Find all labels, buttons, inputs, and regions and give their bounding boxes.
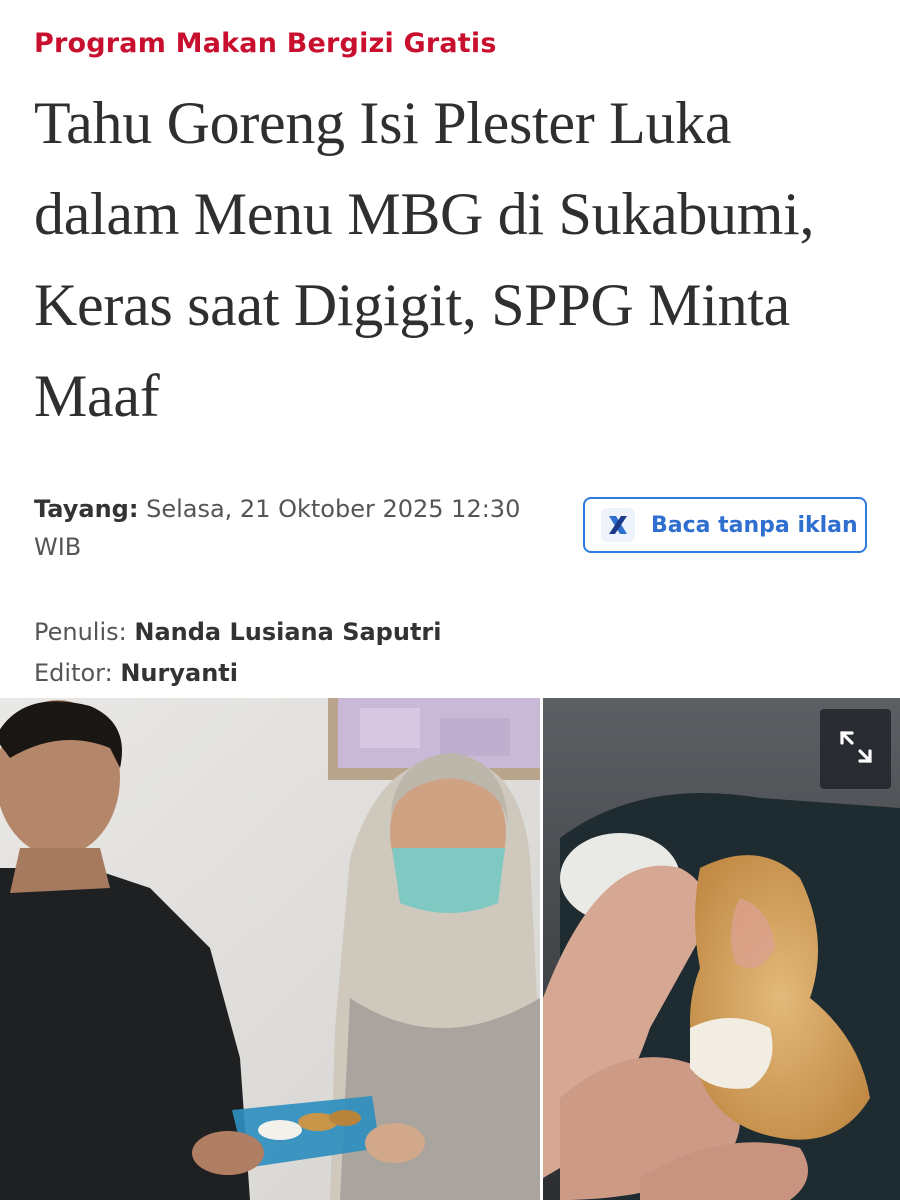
editor-name[interactable]: Nuryanti bbox=[120, 659, 238, 687]
editor-label: Editor: bbox=[34, 659, 113, 687]
category-link[interactable]: Program Makan Bergizi Gratis bbox=[34, 28, 497, 59]
writer-label: Penulis: bbox=[34, 618, 127, 646]
article-photo-illustration bbox=[0, 698, 900, 1200]
article-headline: Tahu Goreng Isi Plester Luka dalam Menu … bbox=[34, 90, 815, 429]
article-photo[interactable] bbox=[0, 698, 900, 1200]
article-credits: Penulis: Nanda Lusiana Saputri Editor: N… bbox=[34, 612, 441, 694]
expand-icon bbox=[836, 727, 876, 772]
writer-name[interactable]: Nanda Lusiana Saputri bbox=[134, 618, 441, 646]
x-logo-icon bbox=[601, 508, 635, 542]
ad-free-button[interactable]: Baca tanpa iklan bbox=[583, 497, 867, 553]
writer-line: Penulis: Nanda Lusiana Saputri bbox=[34, 612, 441, 653]
ad-free-label: Baca tanpa iklan bbox=[651, 512, 858, 538]
editor-line: Editor: Nuryanti bbox=[34, 653, 441, 694]
publish-label: Tayang: bbox=[34, 495, 139, 523]
expand-image-button[interactable] bbox=[820, 709, 891, 789]
publish-info: Tayang: Selasa, 21 Oktober 2025 12:30 WI… bbox=[34, 490, 564, 566]
